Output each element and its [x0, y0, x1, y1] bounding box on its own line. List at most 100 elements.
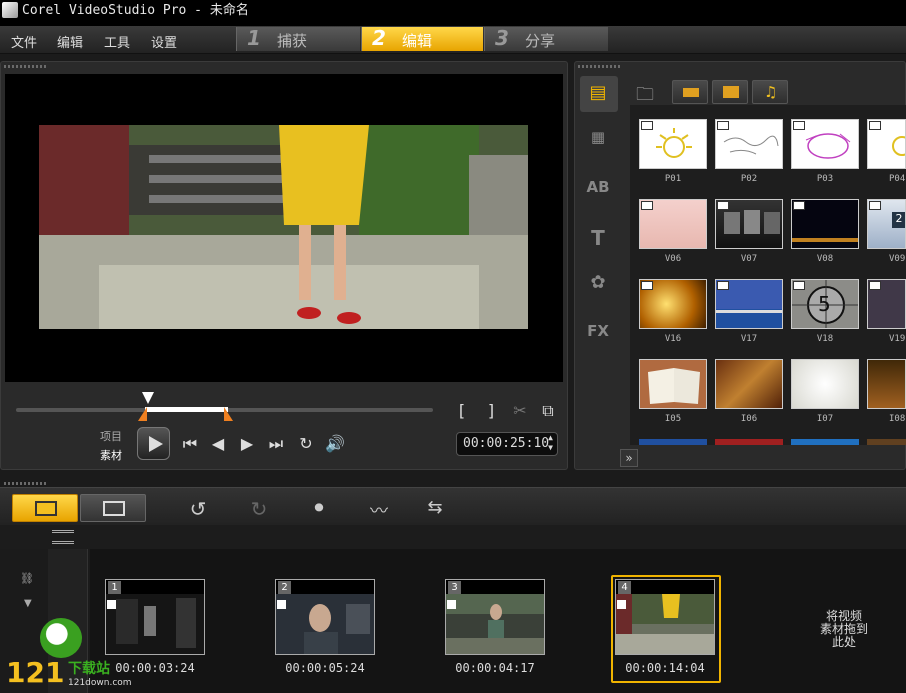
library-thumbnail[interactable] — [791, 359, 859, 409]
next-frame-icon[interactable]: ▶ — [237, 434, 257, 453]
redo-icon[interactable]: ↻ — [247, 497, 271, 521]
menu-file[interactable]: 文件 — [11, 32, 37, 51]
enlarge-icon[interactable]: ⧉ — [538, 401, 558, 421]
clip-duration: 00:00:14:04 — [625, 661, 705, 675]
video-badge-icon — [793, 281, 805, 290]
previous-frame-icon[interactable]: ◀ — [208, 434, 228, 453]
thumbnail-label: V09 — [889, 254, 906, 264]
video-badge-icon — [641, 201, 653, 210]
library-thumbnail[interactable] — [867, 119, 906, 169]
clip-index: 2 — [278, 581, 291, 594]
library-thumbnail[interactable] — [867, 279, 906, 329]
timecode-field[interactable]: 00:00:25:10 ▲ ▼ — [456, 432, 558, 456]
thumbnail-label: P03 — [816, 174, 834, 184]
watermark-url: 121down.com — [68, 678, 132, 688]
thumbnail-label: I05 — [664, 414, 682, 424]
trim-selection — [145, 407, 228, 412]
expand-options-button[interactable]: » — [620, 449, 638, 467]
thumbnail-label: P01 — [664, 174, 682, 184]
thumbnail-image — [648, 368, 700, 404]
video-badge-icon — [869, 201, 881, 210]
library-thumbnail[interactable] — [791, 199, 859, 249]
track-manager-icon[interactable] — [52, 530, 74, 544]
menu-settings[interactable]: 设置 — [151, 32, 177, 51]
menu-tools[interactable]: 工具 — [104, 32, 130, 51]
step-number: 1 — [247, 26, 261, 50]
graphic-icon[interactable]: ✿ — [585, 272, 611, 294]
panel-grip — [4, 482, 48, 485]
clip-duration: 00:00:05:24 — [285, 661, 365, 675]
undo-icon[interactable]: ↺ — [186, 497, 210, 521]
library-thumbnail[interactable] — [791, 119, 859, 169]
video-badge-icon — [641, 121, 653, 130]
tab-label: 编辑 — [402, 32, 433, 50]
library-thumbnail[interactable] — [639, 359, 707, 409]
play-button[interactable] — [137, 427, 170, 460]
library-thumbnail[interactable] — [715, 199, 783, 249]
transition-icon[interactable]: ▦ — [585, 128, 611, 150]
library-thumbnail-partial — [639, 439, 707, 445]
clip-duration: 00:00:04:17 — [455, 661, 535, 675]
library-thumbnail[interactable]: 2 — [867, 199, 906, 249]
timecode-stepper[interactable]: ▲ ▼ — [548, 433, 553, 453]
library-thumbnail[interactable] — [715, 119, 783, 169]
library-thumbnail[interactable]: 5 — [791, 279, 859, 329]
storyboard-clip[interactable]: 2 — [275, 579, 375, 655]
dropdown-arrow-icon[interactable]: ▼ — [24, 598, 32, 609]
library-thumbnail-partial — [867, 439, 906, 445]
record-capture-icon[interactable]: ⏺ — [306, 497, 332, 518]
project-mode-label[interactable]: 项目 — [100, 428, 122, 444]
show-audio-button[interactable]: ♫ — [752, 80, 788, 104]
filter-fx-icon[interactable]: FX — [585, 322, 611, 344]
thumbnail-label: P02 — [740, 174, 758, 184]
watermark-badge — [40, 618, 82, 658]
clip-thumbnail — [446, 594, 544, 654]
library-thumbnail[interactable] — [639, 119, 707, 169]
repeat-icon[interactable]: ↻ — [296, 434, 316, 453]
title-ab-icon[interactable]: AB — [585, 178, 611, 200]
storyboard-header — [0, 525, 906, 549]
text-title-icon[interactable]: T — [585, 226, 611, 250]
volume-icon[interactable]: 🔊 — [324, 434, 346, 453]
thumbnail-label: V16 — [664, 334, 682, 344]
video-frame — [39, 125, 528, 329]
step-number: 2 — [372, 26, 386, 50]
clip-index: 3 — [448, 581, 461, 594]
watermark-logo: 121 下载站 121down.com — [4, 612, 134, 692]
mark-out-button[interactable]: ] — [484, 401, 498, 420]
timeline-view-button[interactable] — [80, 494, 146, 522]
thumbnail-label: P04 — [889, 174, 906, 184]
library-thumbnail[interactable] — [715, 359, 783, 409]
library-thumbnail[interactable] — [715, 279, 783, 329]
auto-music-icon[interactable]: ⇆ — [422, 497, 448, 518]
tab-edit[interactable]: 2 编辑 — [361, 26, 483, 51]
go-to-start-icon[interactable]: ⏮ — [180, 434, 200, 454]
library-thumbnail[interactable] — [639, 199, 707, 249]
go-to-end-icon[interactable]: ⏭ — [266, 434, 286, 454]
thumbnail-digit: 2 — [892, 212, 905, 228]
storyboard-clip[interactable]: 3 — [445, 579, 545, 655]
tab-label: 分享 — [525, 32, 556, 50]
watermark-brand: 121 — [6, 656, 65, 689]
thumbnail-label: I07 — [816, 414, 834, 424]
split-scissors-icon[interactable]: ✂ — [510, 401, 530, 420]
drop-zone-hint[interactable]: 将视频 素材拖到 此处 — [800, 610, 888, 649]
tab-share[interactable]: 3 分享 — [484, 26, 608, 51]
tab-capture[interactable]: 1 捕获 — [236, 26, 360, 51]
audio-icon — [277, 600, 286, 609]
audio-mixer-icon[interactable]: 〰 — [366, 497, 392, 523]
mark-in-button[interactable]: [ — [455, 401, 469, 420]
storyboard-view-button[interactable] — [12, 494, 78, 522]
media-library-icon[interactable]: ▤ — [585, 82, 611, 104]
clip-index: 1 — [108, 581, 121, 594]
library-thumbnail[interactable] — [867, 359, 906, 409]
show-photos-button[interactable] — [712, 80, 748, 104]
thumbnail-label: V19 — [889, 334, 906, 344]
show-videos-button[interactable] — [672, 80, 708, 104]
library-thumbnail[interactable] — [639, 279, 707, 329]
panel-grip — [4, 65, 48, 68]
track-options-icon[interactable]: ⛓ — [20, 572, 34, 585]
video-badge-icon — [641, 281, 653, 290]
menu-edit[interactable]: 编辑 — [57, 32, 83, 51]
clip-mode-label[interactable]: 素材 — [100, 447, 122, 463]
